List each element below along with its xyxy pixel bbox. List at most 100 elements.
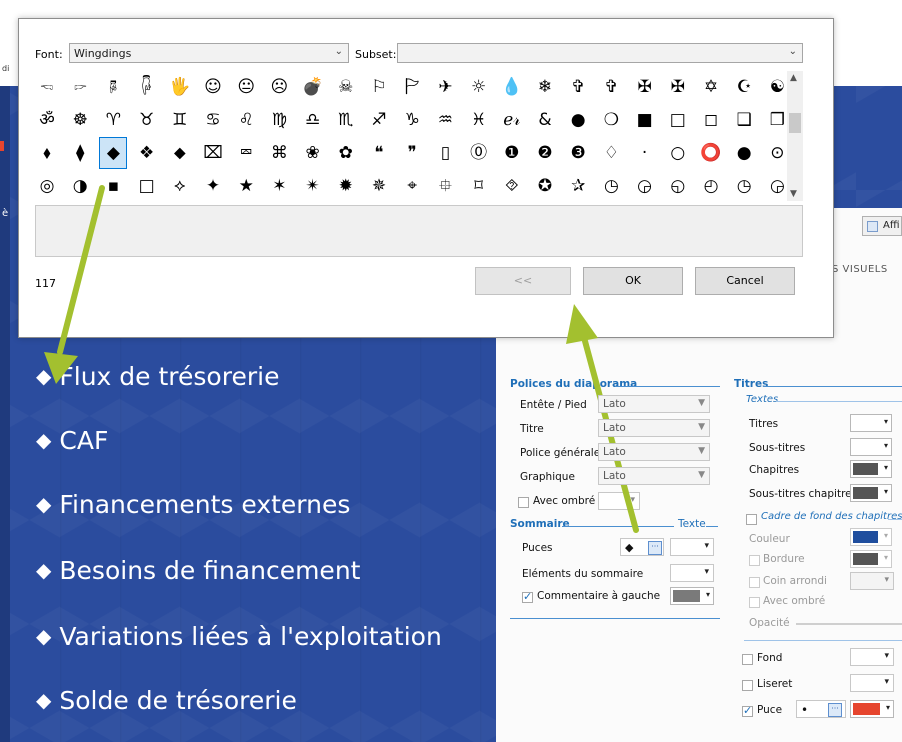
symbol-cell[interactable]: ◎ bbox=[33, 170, 61, 201]
symbol-cell[interactable]: ❑ bbox=[730, 104, 758, 136]
symbol-cell[interactable]: ⬧ bbox=[33, 137, 61, 169]
fond-checkbox[interactable] bbox=[742, 654, 753, 665]
symbol-cell[interactable]: 🖐 bbox=[166, 71, 194, 103]
symbol-cell[interactable]: ⟡ bbox=[166, 170, 194, 201]
affichage-checkbox[interactable] bbox=[867, 221, 878, 232]
symbol-cell[interactable]: ◵ bbox=[664, 170, 692, 201]
symbol-cell[interactable]: ♈ bbox=[99, 104, 127, 136]
symbol-cell[interactable]: ▯ bbox=[431, 137, 459, 169]
cadre-checkbox[interactable] bbox=[746, 514, 757, 525]
ombre-color-combo[interactable]: ▾ bbox=[598, 492, 640, 510]
titres-color-combo[interactable]: ▾ bbox=[850, 484, 892, 502]
symbol-cell[interactable]: ○ bbox=[664, 137, 692, 169]
symbol-cell[interactable]: ❝ bbox=[365, 137, 393, 169]
symbol-cell[interactable]: ◶ bbox=[631, 170, 659, 201]
symbol-cell[interactable]: ♒ bbox=[431, 104, 459, 136]
symbol-cell[interactable]: ⓪ bbox=[465, 137, 493, 169]
symbol-cell[interactable]: ❍ bbox=[597, 104, 625, 136]
symbol-cell[interactable]: · bbox=[631, 137, 659, 169]
opacite-slider[interactable] bbox=[796, 623, 902, 625]
puce-browse-button[interactable]: ··· bbox=[828, 703, 842, 717]
symbol-cell[interactable]: ♢ bbox=[597, 137, 625, 169]
scroll-up-icon[interactable]: ▲ bbox=[790, 73, 797, 83]
symbol-cell[interactable]: 😐 bbox=[232, 71, 260, 103]
symbol-cell[interactable]: ♏ bbox=[332, 104, 360, 136]
symbol-cell[interactable]: ◑ bbox=[66, 170, 94, 201]
symbol-cell[interactable]: ● bbox=[564, 104, 592, 136]
symbol-cell[interactable]: 🖙 bbox=[66, 71, 94, 103]
symbol-cell[interactable]: ♌ bbox=[232, 104, 260, 136]
symbol-cell[interactable]: 🖟 bbox=[133, 71, 161, 103]
prev-button[interactable]: << bbox=[475, 267, 571, 295]
symbol-cell[interactable]: ✹ bbox=[332, 170, 360, 201]
symbol-cell[interactable]: ☯ bbox=[763, 71, 789, 103]
polices-font-combo[interactable]: Lato ▼ bbox=[598, 467, 710, 485]
bordure-checkbox[interactable] bbox=[749, 555, 760, 566]
puce-checkbox[interactable] bbox=[742, 704, 753, 717]
character-grid-scrollbar[interactable]: ▲ ▼ bbox=[787, 71, 803, 201]
ok-button[interactable]: OK bbox=[583, 267, 683, 295]
symbol-cell[interactable]: ⭕ bbox=[697, 137, 725, 169]
symbol-cell[interactable]: ⌘ bbox=[265, 137, 293, 169]
tab-visuels[interactable]: S VISUELS bbox=[832, 264, 888, 275]
titres-color-combo[interactable]: ▾ bbox=[850, 438, 892, 456]
symbol-cell[interactable]: ✪ bbox=[531, 170, 559, 201]
puces-browse-button[interactable]: ··· bbox=[648, 541, 662, 555]
symbol-cell[interactable]: ❒ bbox=[763, 104, 789, 136]
symbol-cell[interactable]: ✵ bbox=[365, 170, 393, 201]
font-select[interactable]: Wingdings ⌄ bbox=[69, 43, 349, 63]
coin-arrondi-checkbox[interactable] bbox=[749, 577, 760, 588]
symbol-cell[interactable]: ॐ bbox=[33, 104, 61, 136]
symbol-cell[interactable]: 💣 bbox=[299, 71, 327, 103]
symbol-cell[interactable]: ♉ bbox=[133, 104, 161, 136]
symbol-cell[interactable]: ✡ bbox=[697, 71, 725, 103]
symbol-cell[interactable]: & bbox=[531, 104, 559, 136]
symbol-cell[interactable]: ❸ bbox=[564, 137, 592, 169]
symbol-cell[interactable]: ✴ bbox=[299, 170, 327, 201]
commentaire-color-combo[interactable]: ▾ bbox=[670, 587, 714, 605]
symbol-cell[interactable]: ℯ𝓇 bbox=[498, 104, 526, 136]
symbol-cell[interactable]: ☺ bbox=[199, 71, 227, 103]
symbol-cell[interactable]: ☼ bbox=[465, 71, 493, 103]
symbol-cell[interactable]: ✠ bbox=[631, 71, 659, 103]
symbol-cell[interactable]: ☠ bbox=[332, 71, 360, 103]
symbol-cell[interactable]: ❞ bbox=[398, 137, 426, 169]
symbol-cell[interactable]: ♐ bbox=[365, 104, 393, 136]
symbol-cell[interactable]: 🏱 bbox=[398, 71, 426, 103]
symbol-cell[interactable]: ● bbox=[730, 137, 758, 169]
symbol-cell[interactable]: ⌖ bbox=[398, 170, 426, 201]
symbol-cell[interactable]: ♎ bbox=[299, 104, 327, 136]
symbol-cell[interactable]: ◻ bbox=[697, 104, 725, 136]
symbol-cell[interactable]: ❀ bbox=[299, 137, 327, 169]
symbol-cell[interactable]: ■ bbox=[631, 104, 659, 136]
symbol-cell[interactable]: 🖗 bbox=[99, 71, 127, 103]
symbol-cell[interactable]: ✠ bbox=[664, 71, 692, 103]
symbol-cell[interactable]: ☸ bbox=[66, 104, 94, 136]
symbol-cell[interactable]: ☹ bbox=[265, 71, 293, 103]
symbol-cell[interactable]: ✰ bbox=[564, 170, 592, 201]
fond-color-combo[interactable]: ▾ bbox=[850, 648, 894, 666]
symbol-cell[interactable]: ◷ bbox=[730, 170, 758, 201]
symbol-cell[interactable]: ❷ bbox=[531, 137, 559, 169]
titres-color-combo[interactable]: ▾ bbox=[850, 414, 892, 432]
symbol-cell[interactable]: ⌧ bbox=[199, 137, 227, 169]
symbol-cell[interactable]: □ bbox=[664, 104, 692, 136]
subset-select[interactable]: ⌄ bbox=[397, 43, 803, 63]
symbol-cell[interactable]: 🖘 bbox=[33, 71, 61, 103]
symbol-cell[interactable]: ⬥ bbox=[166, 137, 194, 169]
elements-color-combo[interactable]: ▾ bbox=[670, 564, 714, 582]
symbol-cell[interactable]: ❄ bbox=[531, 71, 559, 103]
puces-color-combo[interactable]: ▾ bbox=[670, 538, 714, 556]
symbol-cell[interactable]: ⯐ bbox=[431, 170, 459, 201]
scroll-thumb[interactable] bbox=[789, 113, 801, 133]
puce-color-combo[interactable]: ▾ bbox=[850, 700, 894, 718]
symbol-cell[interactable]: ⮹ bbox=[232, 137, 260, 169]
symbol-cell[interactable]: ❶ bbox=[498, 137, 526, 169]
polices-font-combo[interactable]: Lato ▼ bbox=[598, 395, 710, 413]
symbol-cell[interactable]: ◷ bbox=[597, 170, 625, 201]
symbol-cell[interactable]: ▪ bbox=[99, 170, 127, 201]
symbol-cell[interactable]: ★ bbox=[232, 170, 260, 201]
symbol-cell[interactable]: □ bbox=[133, 170, 161, 201]
symbol-cell[interactable]: ✈ bbox=[431, 71, 459, 103]
symbol-cell[interactable]: ◆ bbox=[99, 137, 128, 169]
